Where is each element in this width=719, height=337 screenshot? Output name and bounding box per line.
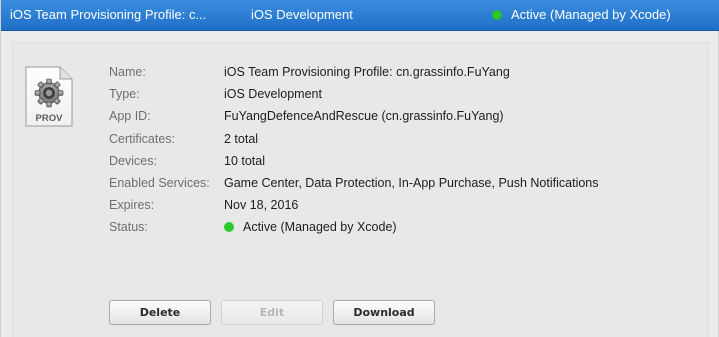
detail-label: App ID: (109, 109, 151, 124)
detail-label: Certificates: (109, 131, 175, 146)
detail-label: Type: (109, 87, 140, 102)
header-status-label: Active (Managed by Xcode) (511, 7, 671, 22)
header-profile-type: iOS Development (251, 7, 353, 22)
detail-value: Game Center, Data Protection, In-App Pur… (224, 175, 599, 190)
status-text: Active (Managed by Xcode) (243, 220, 397, 235)
header-status: Active (Managed by Xcode) (492, 7, 671, 22)
detail-label: Name: (109, 65, 146, 79)
detail-value: iOS Team Provisioning Profile: cn.grassi… (224, 65, 510, 79)
header-profile-name: iOS Team Provisioning Profile: c... (10, 7, 207, 22)
detail-label: Enabled Services: (109, 175, 210, 190)
profile-header-row[interactable]: iOS Team Provisioning Profile: c... iOS … (1, 0, 719, 31)
detail-label: Devices: (109, 153, 157, 168)
edit-button[interactable]: Edit (221, 300, 323, 325)
detail-value: FuYangDefenceAndRescue (cn.grassinfo.FuY… (224, 109, 504, 124)
detail-value: 10 total (224, 153, 266, 168)
detail-value-status: Active (Managed by Xcode) (224, 220, 397, 234)
status-active-icon (492, 9, 502, 20)
provisioning-profile-file-icon: PROV (24, 66, 74, 128)
delete-button[interactable]: Delete (109, 300, 211, 325)
detail-label: Status: (109, 220, 148, 235)
download-button[interactable]: Download (333, 300, 435, 325)
detail-value: iOS Development (224, 87, 322, 102)
file-icon-label: PROV (36, 113, 64, 124)
profile-window: iOS Team Provisioning Profile: c... iOS … (0, 0, 719, 337)
detail-value: Nov 18, 2016 (224, 198, 299, 213)
status-active-icon (224, 222, 234, 233)
detail-value: 2 total (224, 131, 259, 146)
detail-label: Expires: (109, 198, 155, 213)
